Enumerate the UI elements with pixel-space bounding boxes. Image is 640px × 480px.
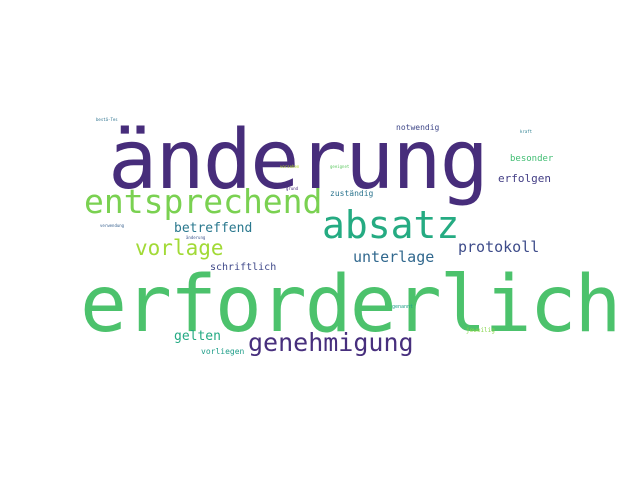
cloud-word: besonder — [510, 154, 554, 164]
word-cloud: änderung erforderlich entsprechend absat… — [0, 0, 640, 480]
cloud-word: bestä-Tes — [96, 117, 118, 122]
cloud-word: schriftlich — [210, 262, 277, 273]
cloud-word: protokoll — [458, 238, 540, 256]
cloud-word: betreffend — [174, 221, 253, 236]
cloud-word: erfolgen — [498, 172, 551, 185]
cloud-word: genannt — [392, 304, 414, 310]
cloud-word: gelten — [174, 329, 221, 344]
cloud-word: änderung — [186, 235, 206, 240]
cloud-word: notwendig — [396, 123, 440, 132]
cloud-word: unterlage — [353, 248, 435, 266]
cloud-word: verwendung — [100, 223, 125, 228]
cloud-word: vorliegen — [201, 347, 245, 356]
cloud-word: zuständig — [330, 189, 374, 198]
cloud-word: genehmigung — [248, 328, 414, 357]
cloud-word: vorsehen — [280, 164, 300, 169]
cloud-word: jeweilig — [466, 327, 495, 334]
cloud-word: absatz — [322, 203, 460, 247]
cloud-word: kraft — [520, 129, 533, 134]
cloud-word: geeignet — [330, 164, 350, 169]
cloud-word: vorlage — [135, 236, 224, 260]
cloud-word: grund — [286, 186, 299, 191]
